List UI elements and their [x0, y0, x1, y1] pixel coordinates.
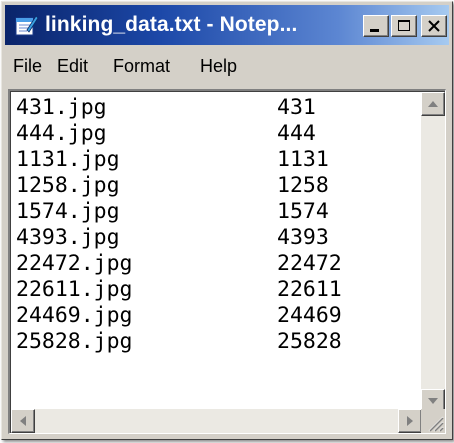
menu-file[interactable]: File — [13, 55, 42, 77]
link-id: 1131 — [277, 147, 329, 172]
file-name: 1574.jpg — [16, 199, 120, 224]
menu-bar: File Edit Format Help — [5, 51, 449, 81]
horizontal-scrollbar[interactable] — [11, 409, 422, 433]
menu-edit[interactable]: Edit — [57, 55, 88, 77]
minimize-icon — [370, 29, 379, 32]
file-name: 25828.jpg — [16, 329, 133, 354]
vertical-scrollbar[interactable] — [421, 92, 445, 413]
scroll-right-button[interactable] — [398, 409, 422, 433]
file-name: 431.jpg — [16, 95, 107, 120]
arrow-left-icon — [20, 416, 26, 426]
notepad-icon[interactable] — [13, 13, 39, 37]
file-name: 22611.jpg — [16, 277, 133, 302]
text-area[interactable]: 431.jpg 431 444.jpg 444 1131.jpg 1131 1258.… — [8, 89, 446, 434]
file-name: 1258.jpg — [16, 173, 120, 198]
arrow-right-icon — [407, 416, 413, 426]
file-name: 1131.jpg — [16, 147, 120, 172]
file-name: 444.jpg — [16, 121, 107, 146]
resize-grip-icon — [428, 416, 444, 432]
minimize-button[interactable] — [363, 15, 389, 37]
link-id: 22611 — [277, 277, 342, 302]
link-id: 4393 — [277, 225, 329, 250]
scroll-up-button[interactable] — [421, 92, 445, 116]
arrow-up-icon — [428, 101, 438, 107]
file-name: 22472.jpg — [16, 251, 133, 276]
maximize-icon — [398, 20, 410, 31]
notepad-window: linking_data.txt - Notep... File Edit Fo… — [1, 1, 453, 440]
file-name: 4393.jpg — [16, 225, 120, 250]
maximize-button[interactable] — [391, 15, 417, 37]
link-id: 24469 — [277, 303, 342, 328]
link-id: 444 — [277, 121, 316, 146]
link-id: 22472 — [277, 251, 342, 276]
link-id: 1574 — [277, 199, 329, 224]
file-name: 24469.jpg — [16, 303, 133, 328]
window-title: linking_data.txt - Notep... — [45, 13, 298, 36]
title-bar[interactable]: linking_data.txt - Notep... — [5, 5, 449, 45]
close-icon — [428, 20, 440, 32]
resize-grip[interactable] — [421, 409, 445, 433]
scroll-left-button[interactable] — [11, 409, 35, 433]
menu-help[interactable]: Help — [200, 55, 237, 77]
close-button[interactable] — [421, 15, 447, 37]
link-id: 431 — [277, 95, 316, 120]
link-id: 25828 — [277, 329, 342, 354]
link-id: 1258 — [277, 173, 329, 198]
menu-format[interactable]: Format — [113, 55, 170, 77]
